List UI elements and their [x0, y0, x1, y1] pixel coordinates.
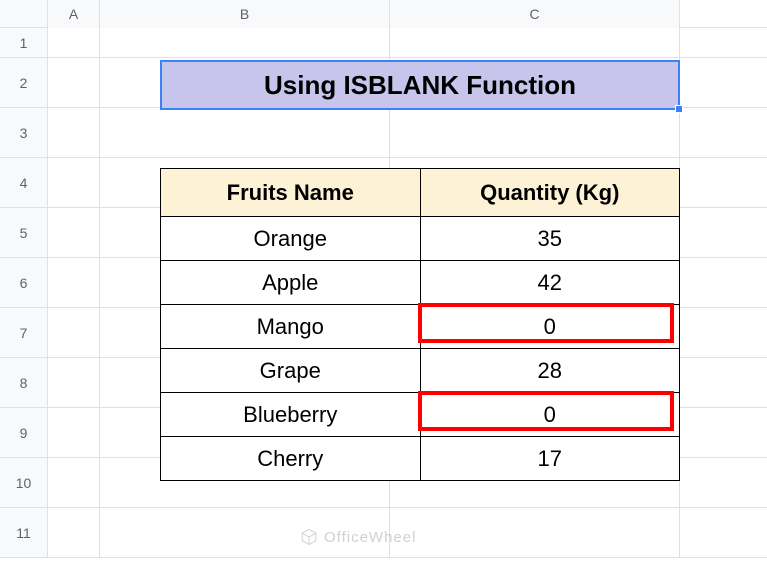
title-text: Using ISBLANK Function [264, 70, 576, 101]
row-header-3[interactable]: 3 [0, 108, 48, 157]
cell-fruit-name[interactable]: Grape [161, 349, 421, 393]
cell[interactable] [390, 108, 680, 157]
cell[interactable] [48, 28, 100, 57]
col-header-C[interactable]: C [390, 0, 680, 28]
table-row: Cherry17 [161, 437, 680, 481]
cell-fruit-name[interactable]: Cherry [161, 437, 421, 481]
cell[interactable] [48, 158, 100, 207]
cell[interactable] [100, 28, 390, 57]
header-fruits[interactable]: Fruits Name [161, 169, 421, 217]
table-row: Blueberry0 [161, 393, 680, 437]
select-all-corner[interactable] [0, 0, 48, 28]
cell-quantity[interactable]: 0 [420, 393, 680, 437]
cell-fruit-name[interactable]: Apple [161, 261, 421, 305]
cell-quantity[interactable]: 17 [420, 437, 680, 481]
table-header-row: Fruits Name Quantity (Kg) [161, 169, 680, 217]
cube-icon [300, 528, 318, 546]
cell-quantity[interactable]: 0 [420, 305, 680, 349]
cell[interactable] [48, 358, 100, 407]
spreadsheet: A B C 1 2 3 4 5 6 7 [0, 0, 767, 579]
cell-quantity[interactable]: 42 [420, 261, 680, 305]
cell[interactable] [48, 208, 100, 257]
table-row: Apple42 [161, 261, 680, 305]
cell-quantity[interactable]: 28 [420, 349, 680, 393]
title-cell[interactable]: Using ISBLANK Function [160, 60, 680, 110]
cell[interactable] [48, 308, 100, 357]
cell[interactable] [48, 108, 100, 157]
row-header-10[interactable]: 10 [0, 458, 48, 507]
cell[interactable] [100, 108, 390, 157]
cell[interactable] [48, 408, 100, 457]
col-header-A[interactable]: A [48, 0, 100, 28]
column-header-row: A B C [0, 0, 767, 28]
cell[interactable] [390, 508, 680, 557]
col-header-B[interactable]: B [100, 0, 390, 28]
table-row: Grape28 [161, 349, 680, 393]
watermark: OfficeWheel [300, 528, 416, 546]
cell-fruit-name[interactable]: Mango [161, 305, 421, 349]
cell[interactable] [48, 58, 100, 107]
row-header-1[interactable]: 1 [0, 28, 48, 57]
grid-row: 1 [0, 28, 767, 58]
cell[interactable] [48, 508, 100, 557]
row-header-7[interactable]: 7 [0, 308, 48, 357]
row-header-6[interactable]: 6 [0, 258, 48, 307]
row-header-11[interactable]: 11 [0, 508, 48, 557]
table-row: Orange35 [161, 217, 680, 261]
selection-handle[interactable] [675, 105, 683, 113]
table-row: Mango0 [161, 305, 680, 349]
cell[interactable] [48, 458, 100, 507]
grid-row: 3 [0, 108, 767, 158]
cell[interactable] [48, 258, 100, 307]
cell-quantity[interactable]: 35 [420, 217, 680, 261]
row-header-4[interactable]: 4 [0, 158, 48, 207]
row-header-8[interactable]: 8 [0, 358, 48, 407]
data-table: Fruits Name Quantity (Kg) Orange35Apple4… [160, 168, 680, 481]
row-header-5[interactable]: 5 [0, 208, 48, 257]
cell-fruit-name[interactable]: Blueberry [161, 393, 421, 437]
header-quantity[interactable]: Quantity (Kg) [420, 169, 680, 217]
row-header-9[interactable]: 9 [0, 408, 48, 457]
watermark-text: OfficeWheel [324, 529, 416, 546]
row-header-2[interactable]: 2 [0, 58, 48, 107]
cell[interactable] [390, 28, 680, 57]
cell-fruit-name[interactable]: Orange [161, 217, 421, 261]
